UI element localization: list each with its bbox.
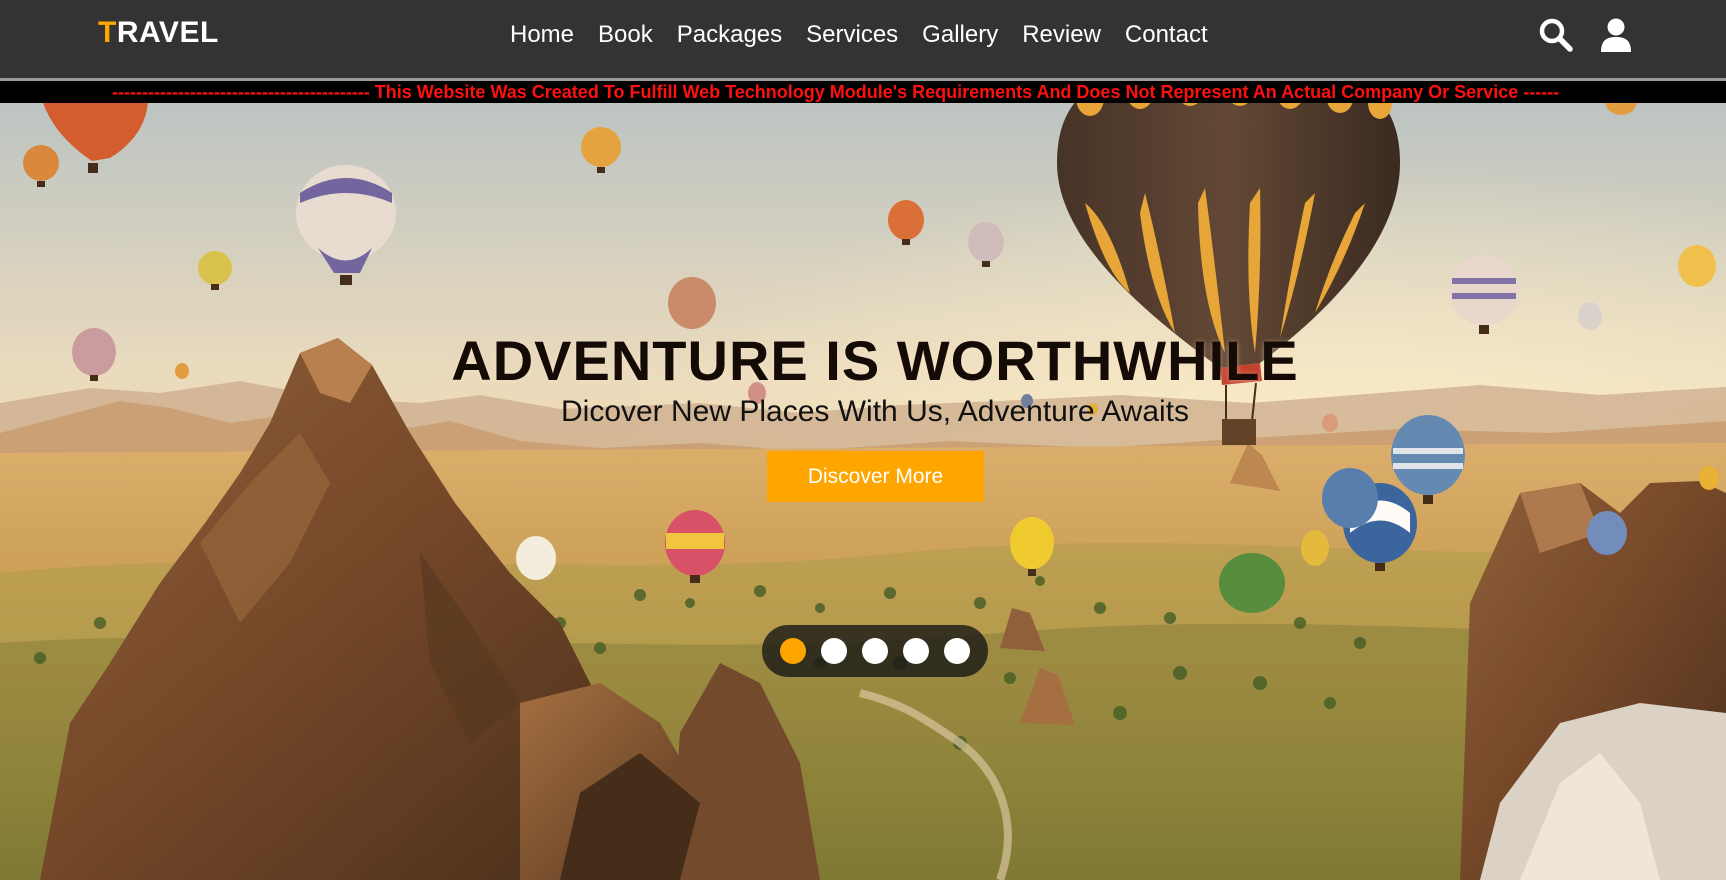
notice-text: ----------------------------------------…: [112, 82, 1560, 102]
slider-dot[interactable]: [862, 638, 888, 664]
logo-accent-letter: T: [98, 16, 117, 49]
user-icon[interactable]: [1598, 17, 1634, 53]
site-header: TRAVEL Home Book Packages Services Galle…: [0, 0, 1726, 78]
discover-more-button[interactable]: Discover More: [767, 451, 984, 502]
main-nav: Home Book Packages Services Gallery Revi…: [510, 20, 1232, 50]
hero-title: ADVENTURE IS WORTHWHILE: [451, 329, 1299, 392]
nav-home[interactable]: Home: [510, 20, 574, 50]
slider-dot[interactable]: [944, 638, 970, 664]
nav-services[interactable]: Services: [806, 20, 898, 50]
hero-subtitle: Dicover New Places With Us, Adventure Aw…: [560, 395, 1190, 428]
slider-dot[interactable]: [780, 638, 806, 664]
slider-dot[interactable]: [903, 638, 929, 664]
logo-text: RAVEL: [116, 16, 219, 49]
nav-review[interactable]: Review: [1022, 20, 1101, 50]
site-logo[interactable]: TRAVEL: [98, 16, 219, 50]
slider-dot[interactable]: [821, 638, 847, 664]
search-icon[interactable]: [1538, 17, 1574, 53]
nav-gallery[interactable]: Gallery: [922, 20, 998, 50]
nav-book[interactable]: Book: [598, 20, 653, 50]
hero-slider: ADVENTURE IS WORTHWHILE Dicover New Plac…: [0, 103, 1726, 880]
slider-pagination: [762, 625, 988, 677]
nav-contact[interactable]: Contact: [1125, 20, 1208, 50]
nav-packages[interactable]: Packages: [677, 20, 782, 50]
notice-bar: ----------------------------------------…: [0, 81, 1726, 103]
